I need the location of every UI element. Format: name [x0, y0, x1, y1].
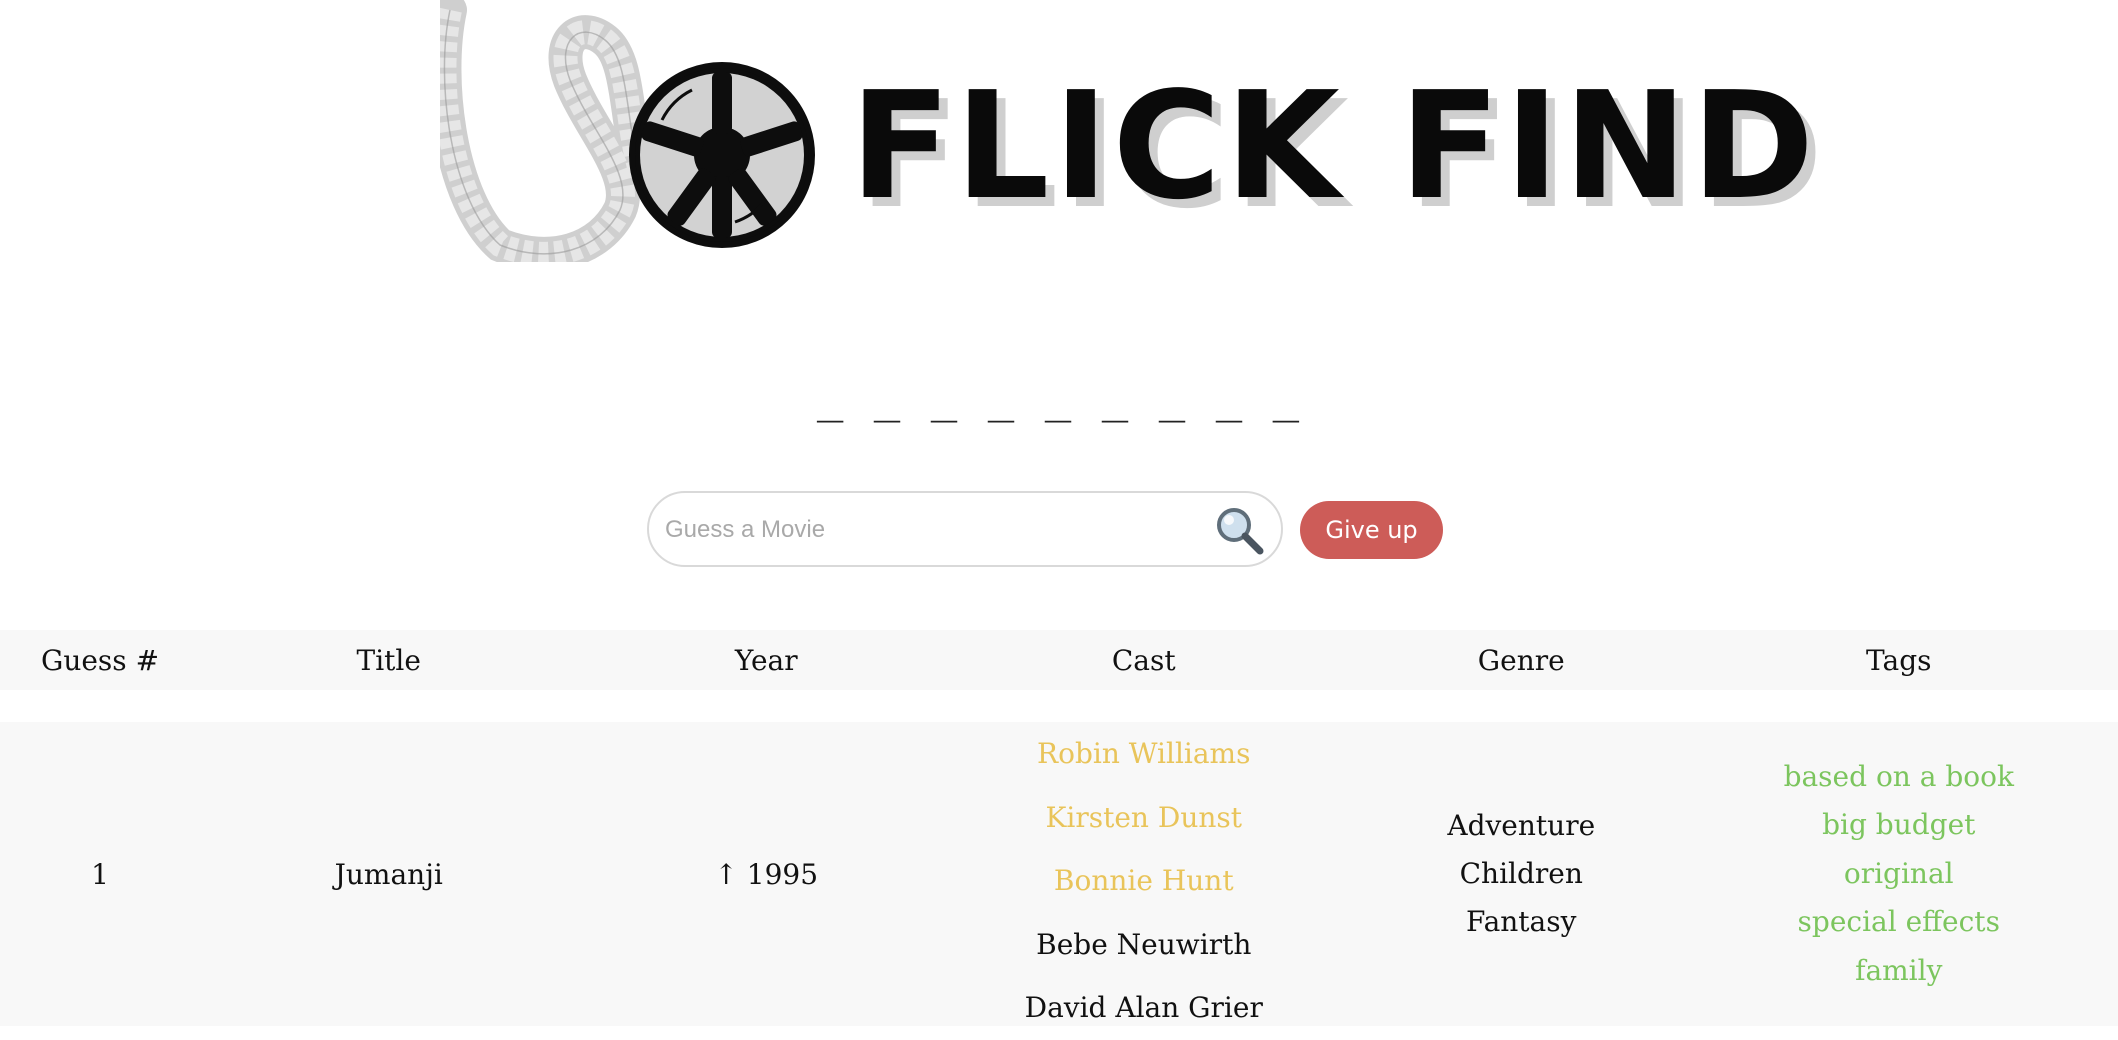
genre-item: Children [1459, 857, 1583, 890]
header-guess-number: Guess # [40, 643, 160, 677]
give-up-button[interactable]: Give up [1300, 501, 1443, 559]
film-reel-icon [440, 0, 815, 262]
cast-item: Bonnie Hunt [1053, 864, 1234, 897]
year-cell: ↑ 1995 [714, 857, 819, 891]
header-title: Title [356, 643, 421, 677]
movie-guess-input[interactable] [663, 507, 1187, 553]
header-cast: Cast [1111, 643, 1176, 677]
tag-item: special effects [1797, 905, 2000, 939]
flick-find-logo: FLICK FIND [440, 0, 1814, 262]
title-hint-blanks: _ _ _ _ _ _ _ _ _ [816, 372, 1302, 423]
logo-title: FLICK FIND [850, 60, 1819, 232]
cast-cell: Robin Williams Kirsten Dunst Bonnie Hunt… [955, 722, 1333, 1040]
genre-cell: Adventure Children Fantasy [1333, 802, 1711, 946]
cast-item: David Alan Grier [1024, 991, 1263, 1024]
header-genre: Genre [1477, 643, 1565, 677]
cast-item: Bebe Neuwirth [1036, 927, 1252, 961]
magnifier-icon[interactable] [1214, 505, 1266, 557]
genre-item: Fantasy [1466, 905, 1577, 938]
tag-item: original [1843, 856, 1954, 890]
header-year: Year [734, 643, 798, 677]
guess-number-cell: 1 [91, 857, 109, 891]
header-tags: Tags [1866, 643, 1932, 677]
search-box [647, 491, 1283, 567]
tag-item: based on a book [1783, 759, 2014, 793]
tags-cell: based on a book big budget original spec… [1710, 753, 2088, 996]
title-cell: Jumanji [334, 857, 443, 891]
tag-item: family [1855, 953, 1943, 987]
table-row: 1 Jumanji ↑ 1995 Robin Williams Kirsten … [0, 722, 2118, 1026]
tag-item: big budget [1822, 808, 1976, 842]
cast-item: Robin Williams [1037, 737, 1251, 770]
genre-item: Adventure [1447, 809, 1596, 842]
cast-item: Kirsten Dunst [1045, 800, 1243, 834]
guess-table-header: Guess # Title Year Cast Genre Tags [0, 630, 2118, 690]
